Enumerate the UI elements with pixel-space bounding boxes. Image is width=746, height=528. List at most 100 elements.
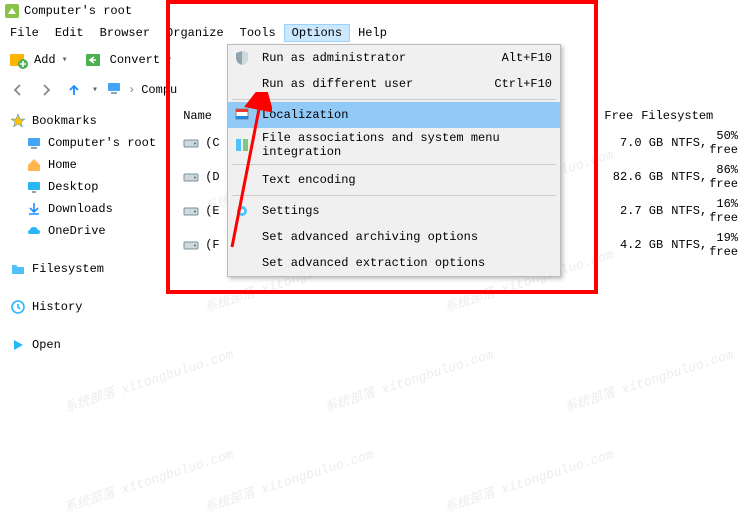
sidebar-filesystem[interactable]: Filesystem [10,258,165,280]
play-icon [10,337,26,353]
cell-pct: 50% free [709,129,738,157]
add-icon [8,50,28,70]
sidebar-open[interactable]: Open [10,334,165,356]
menu-item-settings[interactable]: Settings [228,198,560,224]
cell-fs: NTFS, [663,238,709,252]
convert-label: Convert [110,53,160,67]
menu-item-shortcut: Alt+F10 [502,51,552,65]
sidebar-item-computers-root[interactable]: Computer's root [10,132,165,154]
menu-item-label: Set advanced extraction options [262,256,552,270]
menu-separator [232,195,556,196]
title-bar: Computer's root [0,0,746,22]
menu-item-label: Settings [262,204,552,218]
menu-bar: File Edit Browser Organize Tools Options… [0,22,746,44]
menu-item-label: Localization [262,108,552,122]
sidebar-item-onedrive[interactable]: OneDrive [10,220,165,242]
gear-icon [232,201,252,221]
breadcrumb-label: Compu [141,83,177,97]
up-button[interactable] [64,80,84,100]
drive-icon [183,237,199,253]
shield-icon [232,48,252,68]
sidebar-open-label: Open [32,338,61,352]
menu-item-run-as-administrator[interactable]: Run as administrator Alt+F10 [228,45,560,71]
sidebar-item-label: OneDrive [48,224,106,238]
blank-icon [232,227,252,247]
menu-item-set-advanced-archiving-options[interactable]: Set advanced archiving options [228,224,560,250]
menu-item-run-as-different-user[interactable]: Run as different user Ctrl+F10 [228,71,560,97]
blank-icon [232,253,252,273]
watermark: 系统部落 xitongbuluo.com [441,443,615,516]
history-icon [10,299,26,315]
menu-help[interactable]: Help [350,24,395,42]
menu-item-label: Text encoding [262,173,552,187]
forward-button[interactable] [36,80,56,100]
sidebar-item-label: Downloads [48,202,113,216]
home-icon [26,157,42,173]
cell-free: 7.0 GB [607,136,663,150]
add-button[interactable]: Add ▾ [8,50,68,70]
chevron-down-icon[interactable]: ▾ [92,84,98,96]
menu-options[interactable]: Options [284,24,350,42]
drive-icon [183,135,199,151]
sidebar-history[interactable]: History [10,296,165,318]
sidebar-item-label: Computer's root [48,136,156,150]
menu-item-file-associations-and-system-menu-integration[interactable]: File associations and system menu integr… [228,128,560,162]
sidebar-item-label: Home [48,158,77,172]
watermark: 系统部落 xitongbuluo.com [61,443,235,516]
drive-icon [183,203,199,219]
computer-icon [26,135,42,151]
sidebar-item-home[interactable]: Home [10,154,165,176]
options-menu: Run as administrator Alt+F10 Run as differ… [227,44,561,277]
menu-organize[interactable]: Organize [158,24,232,42]
download-icon [26,201,42,217]
col-filesystem[interactable]: Filesystem [633,109,738,123]
menu-item-set-advanced-extraction-options[interactable]: Set advanced extraction options [228,250,560,276]
flag-icon [232,105,252,125]
folder-icon [10,261,26,277]
blank-icon [232,74,252,94]
menu-item-text-encoding[interactable]: Text encoding [228,167,560,193]
sidebar-item-downloads[interactable]: Downloads [10,198,165,220]
menu-separator [232,99,556,100]
menu-item-label: Run as different user [262,77,484,91]
cloud-icon [26,223,42,239]
watermark: 系统部落 xitongbuluo.com [201,443,375,516]
menu-tools[interactable]: Tools [232,24,284,42]
cell-fs: NTFS, [663,136,709,150]
back-button[interactable] [8,80,28,100]
menu-separator [232,164,556,165]
cell-pct: 19% free [709,231,738,259]
cell-pct: 16% free [709,197,738,225]
menu-item-localization[interactable]: Localization [228,102,560,128]
cell-pct: 86% free [709,163,738,191]
app-icon [4,3,20,19]
sidebar-bookmarks-label: Bookmarks [32,114,97,128]
sidebar-item-desktop[interactable]: Desktop [10,176,165,198]
sidebar-bookmarks[interactable]: Bookmarks [10,110,165,132]
cell-free: 82.6 GB [607,170,663,184]
drive-icon [183,169,199,185]
sidebar-filesystem-label: Filesystem [32,262,104,276]
computer-icon [106,80,122,100]
menu-browser[interactable]: Browser [92,24,158,42]
menu-item-label: Run as administrator [262,51,492,65]
convert-button[interactable]: Convert ▾ [84,50,172,70]
cell-free: 4.2 GB [607,238,663,252]
blank-icon [232,170,252,190]
sidebar-item-label: Desktop [48,180,98,194]
sidebar: Bookmarks Computer's root Home Desktop D… [0,104,175,378]
breadcrumb[interactable]: › Compu [106,80,177,100]
col-free[interactable]: Free [591,109,633,123]
desktop-icon [26,179,42,195]
window-title: Computer's root [24,4,132,18]
convert-icon [84,50,104,70]
assoc-icon [232,135,252,155]
sidebar-history-label: History [32,300,82,314]
menu-item-shortcut: Ctrl+F10 [494,77,552,91]
cell-fs: NTFS, [663,204,709,218]
menu-edit[interactable]: Edit [47,24,92,42]
menu-file[interactable]: File [2,24,47,42]
cell-fs: NTFS, [663,170,709,184]
chevron-down-icon: ▾ [166,54,172,66]
menu-item-label: File associations and system menu integr… [262,131,552,159]
